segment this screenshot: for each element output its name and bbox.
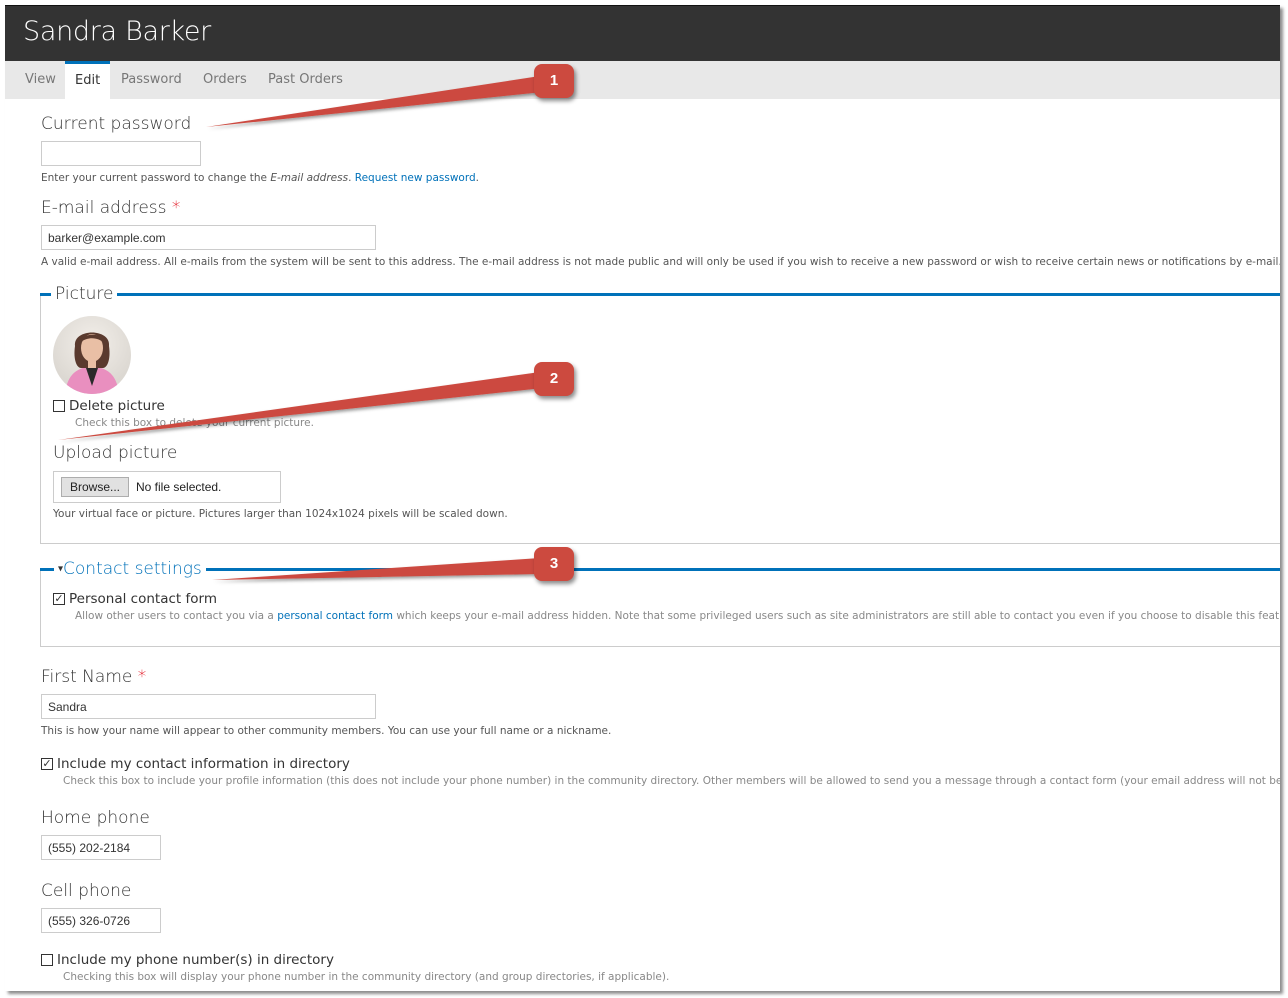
current-password-desc-prefix: Enter your current password to change th… — [41, 172, 271, 184]
delete-picture-description: Check this box to delete your current pi… — [75, 417, 314, 429]
personal-contact-form-label: Personal contact form — [69, 591, 217, 607]
first-name-label-text: First Name — [41, 667, 133, 687]
request-new-password-link[interactable]: Request new password — [355, 172, 476, 184]
current-password-description: Enter your current password to change th… — [41, 172, 479, 184]
callout-3-badge: 3 — [534, 547, 574, 581]
first-name-input[interactable] — [41, 694, 376, 719]
personal-contact-form-description: Allow other users to contact you via a p… — [75, 610, 1280, 622]
check-icon: ✓ — [42, 757, 52, 770]
page-header: Sandra Barker — [5, 6, 1280, 61]
tab-orders[interactable]: Orders — [193, 61, 257, 99]
picture-legend-line — [40, 293, 1280, 296]
browse-button[interactable]: Browse... — [61, 477, 129, 497]
current-password-input[interactable] — [41, 141, 201, 166]
required-marker: * — [171, 198, 181, 218]
upload-picture-description: Your virtual face or picture. Pictures l… — [53, 508, 508, 520]
pcf-desc-suffix: which keeps your e-mail address hidden. … — [393, 610, 1280, 622]
page-title: Sandra Barker — [23, 16, 211, 47]
personal-contact-form-checkbox[interactable]: ✓ — [53, 593, 65, 605]
contact-settings-fieldset — [40, 569, 1280, 647]
tab-view[interactable]: View — [15, 61, 66, 99]
include-phone-label: Include my phone number(s) in directory — [57, 952, 334, 968]
email-input[interactable] — [41, 225, 376, 250]
delete-picture-checkbox[interactable] — [53, 400, 65, 412]
current-password-desc-em: E-mail address — [270, 172, 349, 184]
email-label: E-mail address * — [41, 198, 180, 218]
delete-picture-label: Delete picture — [69, 398, 165, 414]
current-password-label: Current password — [41, 114, 192, 134]
email-description: A valid e-mail address. All e-mails from… — [41, 256, 1280, 268]
upload-picture-label: Upload picture — [53, 443, 178, 463]
home-phone-input[interactable] — [41, 835, 161, 860]
first-name-description: This is how your name will appear to oth… — [41, 725, 612, 737]
tab-bar: View Edit Password Orders Past Orders — [5, 61, 1280, 99]
callout-2-badge: 2 — [534, 362, 574, 396]
required-marker: * — [137, 667, 147, 687]
include-phone-checkbox[interactable] — [41, 954, 53, 966]
file-status: No file selected. — [136, 480, 222, 494]
cell-phone-input[interactable] — [41, 908, 161, 933]
pcf-desc-prefix: Allow other users to contact you via a — [75, 610, 278, 622]
avatar-portrait-icon — [65, 332, 119, 394]
user-avatar — [53, 316, 131, 394]
upload-picture-field[interactable]: Browse... No file selected. — [53, 471, 281, 503]
include-contact-label: Include my contact information in direct… — [57, 756, 350, 772]
tab-password[interactable]: Password — [111, 61, 192, 99]
personal-contact-form-link[interactable]: personal contact form — [277, 610, 393, 622]
home-phone-label: Home phone — [41, 808, 150, 828]
current-password-desc-mid: . — [348, 172, 355, 184]
include-contact-description: Check this box to include your profile i… — [63, 775, 1280, 787]
contact-settings-legend-line — [40, 568, 1280, 571]
page-frame: Sandra Barker View Edit Password Orders … — [5, 5, 1280, 991]
current-password-desc-suffix: . — [475, 172, 479, 184]
tab-edit[interactable]: Edit — [65, 61, 111, 99]
contact-settings-legend[interactable]: ▾Contact settings — [54, 559, 206, 579]
tab-past-orders[interactable]: Past Orders — [258, 61, 353, 99]
picture-legend: Picture — [51, 284, 118, 304]
first-name-label: First Name * — [41, 667, 146, 687]
check-icon: ✓ — [54, 592, 64, 605]
include-contact-checkbox[interactable]: ✓ — [41, 758, 53, 770]
include-phone-description: Checking this box will display your phon… — [63, 971, 670, 983]
email-label-text: E-mail address — [41, 198, 167, 218]
callout-1-badge: 1 — [534, 64, 574, 98]
cell-phone-label: Cell phone — [41, 881, 132, 901]
contact-settings-legend-text: Contact settings — [63, 559, 202, 579]
